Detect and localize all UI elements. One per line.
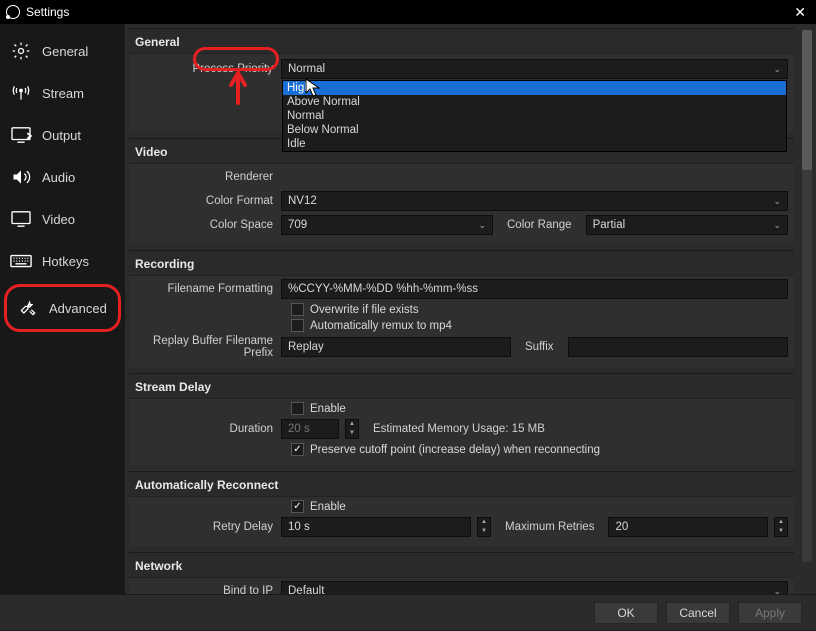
bind-ip-label: Bind to IP — [135, 585, 281, 594]
renderer-label: Renderer — [135, 171, 281, 183]
color-format-select[interactable]: NV12⌄ — [281, 191, 788, 211]
overwrite-label: Overwrite if file exists — [310, 304, 419, 316]
sidebar: General Stream Output Audio Video Hotkey… — [0, 24, 125, 594]
cancel-button[interactable]: Cancel — [666, 602, 730, 624]
max-retries-label: Maximum Retries — [497, 521, 602, 533]
delay-enable-label: Enable — [310, 403, 346, 415]
suffix-input[interactable] — [568, 337, 788, 357]
chevron-down-icon: ⌄ — [773, 196, 781, 207]
bind-ip-select[interactable]: Default⌄ — [281, 581, 788, 594]
overwrite-checkbox[interactable] — [291, 303, 304, 316]
retry-delay-label: Retry Delay — [135, 521, 281, 533]
titlebar: Settings ✕ — [0, 0, 816, 24]
remux-label: Automatically remux to mp4 — [310, 320, 452, 332]
reconnect-enable-label: Enable — [310, 501, 346, 513]
window-title: Settings — [26, 5, 69, 19]
preserve-cutoff-label: Preserve cutoff point (increase delay) w… — [310, 444, 600, 456]
sidebar-item-label: Audio — [42, 170, 75, 185]
sidebar-item-label: Output — [42, 128, 81, 143]
sidebar-item-label: Hotkeys — [42, 254, 89, 269]
scrollbar[interactable] — [802, 30, 812, 562]
sidebar-item-label: Stream — [42, 86, 84, 101]
process-priority-label: Process Priority — [135, 63, 281, 75]
tools-icon — [17, 297, 39, 319]
process-priority-dropdown[interactable]: High Above Normal Normal Below Normal Id… — [282, 80, 787, 152]
sidebar-item-advanced[interactable]: Advanced — [4, 284, 121, 332]
reconnect-enable-checkbox[interactable] — [291, 500, 304, 513]
section-title: Automatically Reconnect — [129, 472, 794, 497]
app-logo-icon — [6, 5, 20, 19]
chevron-down-icon: ⌄ — [773, 220, 781, 231]
process-priority-select[interactable]: Normal ⌄ High Above Normal Normal Below … — [281, 59, 788, 79]
section-recording: Recording Filename Formatting %CCYY-%MM-… — [129, 250, 794, 367]
section-title: Recording — [129, 251, 794, 276]
dropdown-option-high[interactable]: High — [283, 81, 786, 95]
dropdown-option-above-normal[interactable]: Above Normal — [283, 95, 786, 109]
speaker-icon — [10, 166, 32, 188]
footer: OK Cancel Apply — [0, 594, 816, 630]
section-title: Network — [129, 553, 794, 578]
color-space-label: Color Space — [135, 219, 281, 231]
section-network: Network Bind to IP Default⌄ Dynamically … — [129, 552, 794, 594]
settings-content: General Process Priority Normal ⌄ High A… — [125, 28, 798, 594]
sidebar-item-label: Advanced — [49, 301, 107, 316]
filename-format-label: Filename Formatting — [135, 283, 281, 295]
suffix-label: Suffix — [517, 341, 562, 353]
select-value: Normal — [288, 63, 325, 75]
max-retries-spin[interactable]: 20 — [608, 517, 768, 537]
color-range-select[interactable]: Partial⌄ — [586, 215, 788, 235]
sidebar-item-label: General — [42, 44, 88, 59]
max-retries-spin-buttons[interactable]: ▲▼ — [774, 517, 788, 537]
filename-format-input[interactable]: %CCYY-%MM-%DD %hh-%mm-%ss — [281, 279, 788, 299]
dropdown-option-idle[interactable]: Idle — [283, 137, 786, 151]
broadcast-icon — [10, 82, 32, 104]
section-auto-reconnect: Automatically Reconnect Enable Retry Del… — [129, 471, 794, 546]
retry-delay-spin-buttons[interactable]: ▲▼ — [477, 517, 491, 537]
sidebar-item-audio[interactable]: Audio — [0, 156, 125, 198]
replay-prefix-label: Replay Buffer Filename Prefix — [135, 335, 281, 359]
ok-button[interactable]: OK — [594, 602, 658, 624]
memory-usage-text: Estimated Memory Usage: 15 MB — [365, 423, 553, 435]
sidebar-item-hotkeys[interactable]: Hotkeys — [0, 240, 125, 282]
sidebar-item-output[interactable]: Output — [0, 114, 125, 156]
duration-spin[interactable]: 20 s — [281, 419, 339, 439]
sidebar-item-video[interactable]: Video — [0, 198, 125, 240]
apply-button[interactable]: Apply — [738, 602, 802, 624]
monitor-icon — [10, 208, 32, 230]
chevron-down-icon: ⌄ — [773, 64, 781, 75]
gear-icon — [10, 40, 32, 62]
delay-enable-checkbox[interactable] — [291, 402, 304, 415]
remux-checkbox[interactable] — [291, 319, 304, 332]
section-title: Stream Delay — [129, 374, 794, 399]
color-space-select[interactable]: 709⌄ — [281, 215, 493, 235]
dropdown-option-normal[interactable]: Normal — [283, 109, 786, 123]
retry-delay-spin[interactable]: 10 s — [281, 517, 471, 537]
section-video: Video Renderer Color Format NV12⌄ Color … — [129, 138, 794, 244]
duration-spin-buttons[interactable]: ▲▼ — [345, 419, 359, 439]
duration-label: Duration — [135, 423, 281, 435]
dropdown-option-below-normal[interactable]: Below Normal — [283, 123, 786, 137]
sidebar-item-stream[interactable]: Stream — [0, 72, 125, 114]
output-icon — [10, 124, 32, 146]
color-format-label: Color Format — [135, 195, 281, 207]
chevron-down-icon: ⌄ — [478, 220, 486, 231]
color-range-label: Color Range — [499, 219, 580, 231]
section-title: General — [129, 29, 794, 54]
replay-prefix-input[interactable]: Replay — [281, 337, 511, 357]
scrollbar-thumb[interactable] — [802, 30, 812, 170]
section-general: General Process Priority Normal ⌄ High A… — [129, 28, 794, 132]
sidebar-item-label: Video — [42, 212, 75, 227]
keyboard-icon — [10, 250, 32, 272]
chevron-down-icon: ⌄ — [773, 586, 781, 595]
sidebar-item-general[interactable]: General — [0, 30, 125, 72]
section-stream-delay: Stream Delay Enable Duration 20 s ▲▼ Est… — [129, 373, 794, 465]
preserve-cutoff-checkbox[interactable] — [291, 443, 304, 456]
close-icon[interactable]: ✕ — [790, 4, 810, 21]
